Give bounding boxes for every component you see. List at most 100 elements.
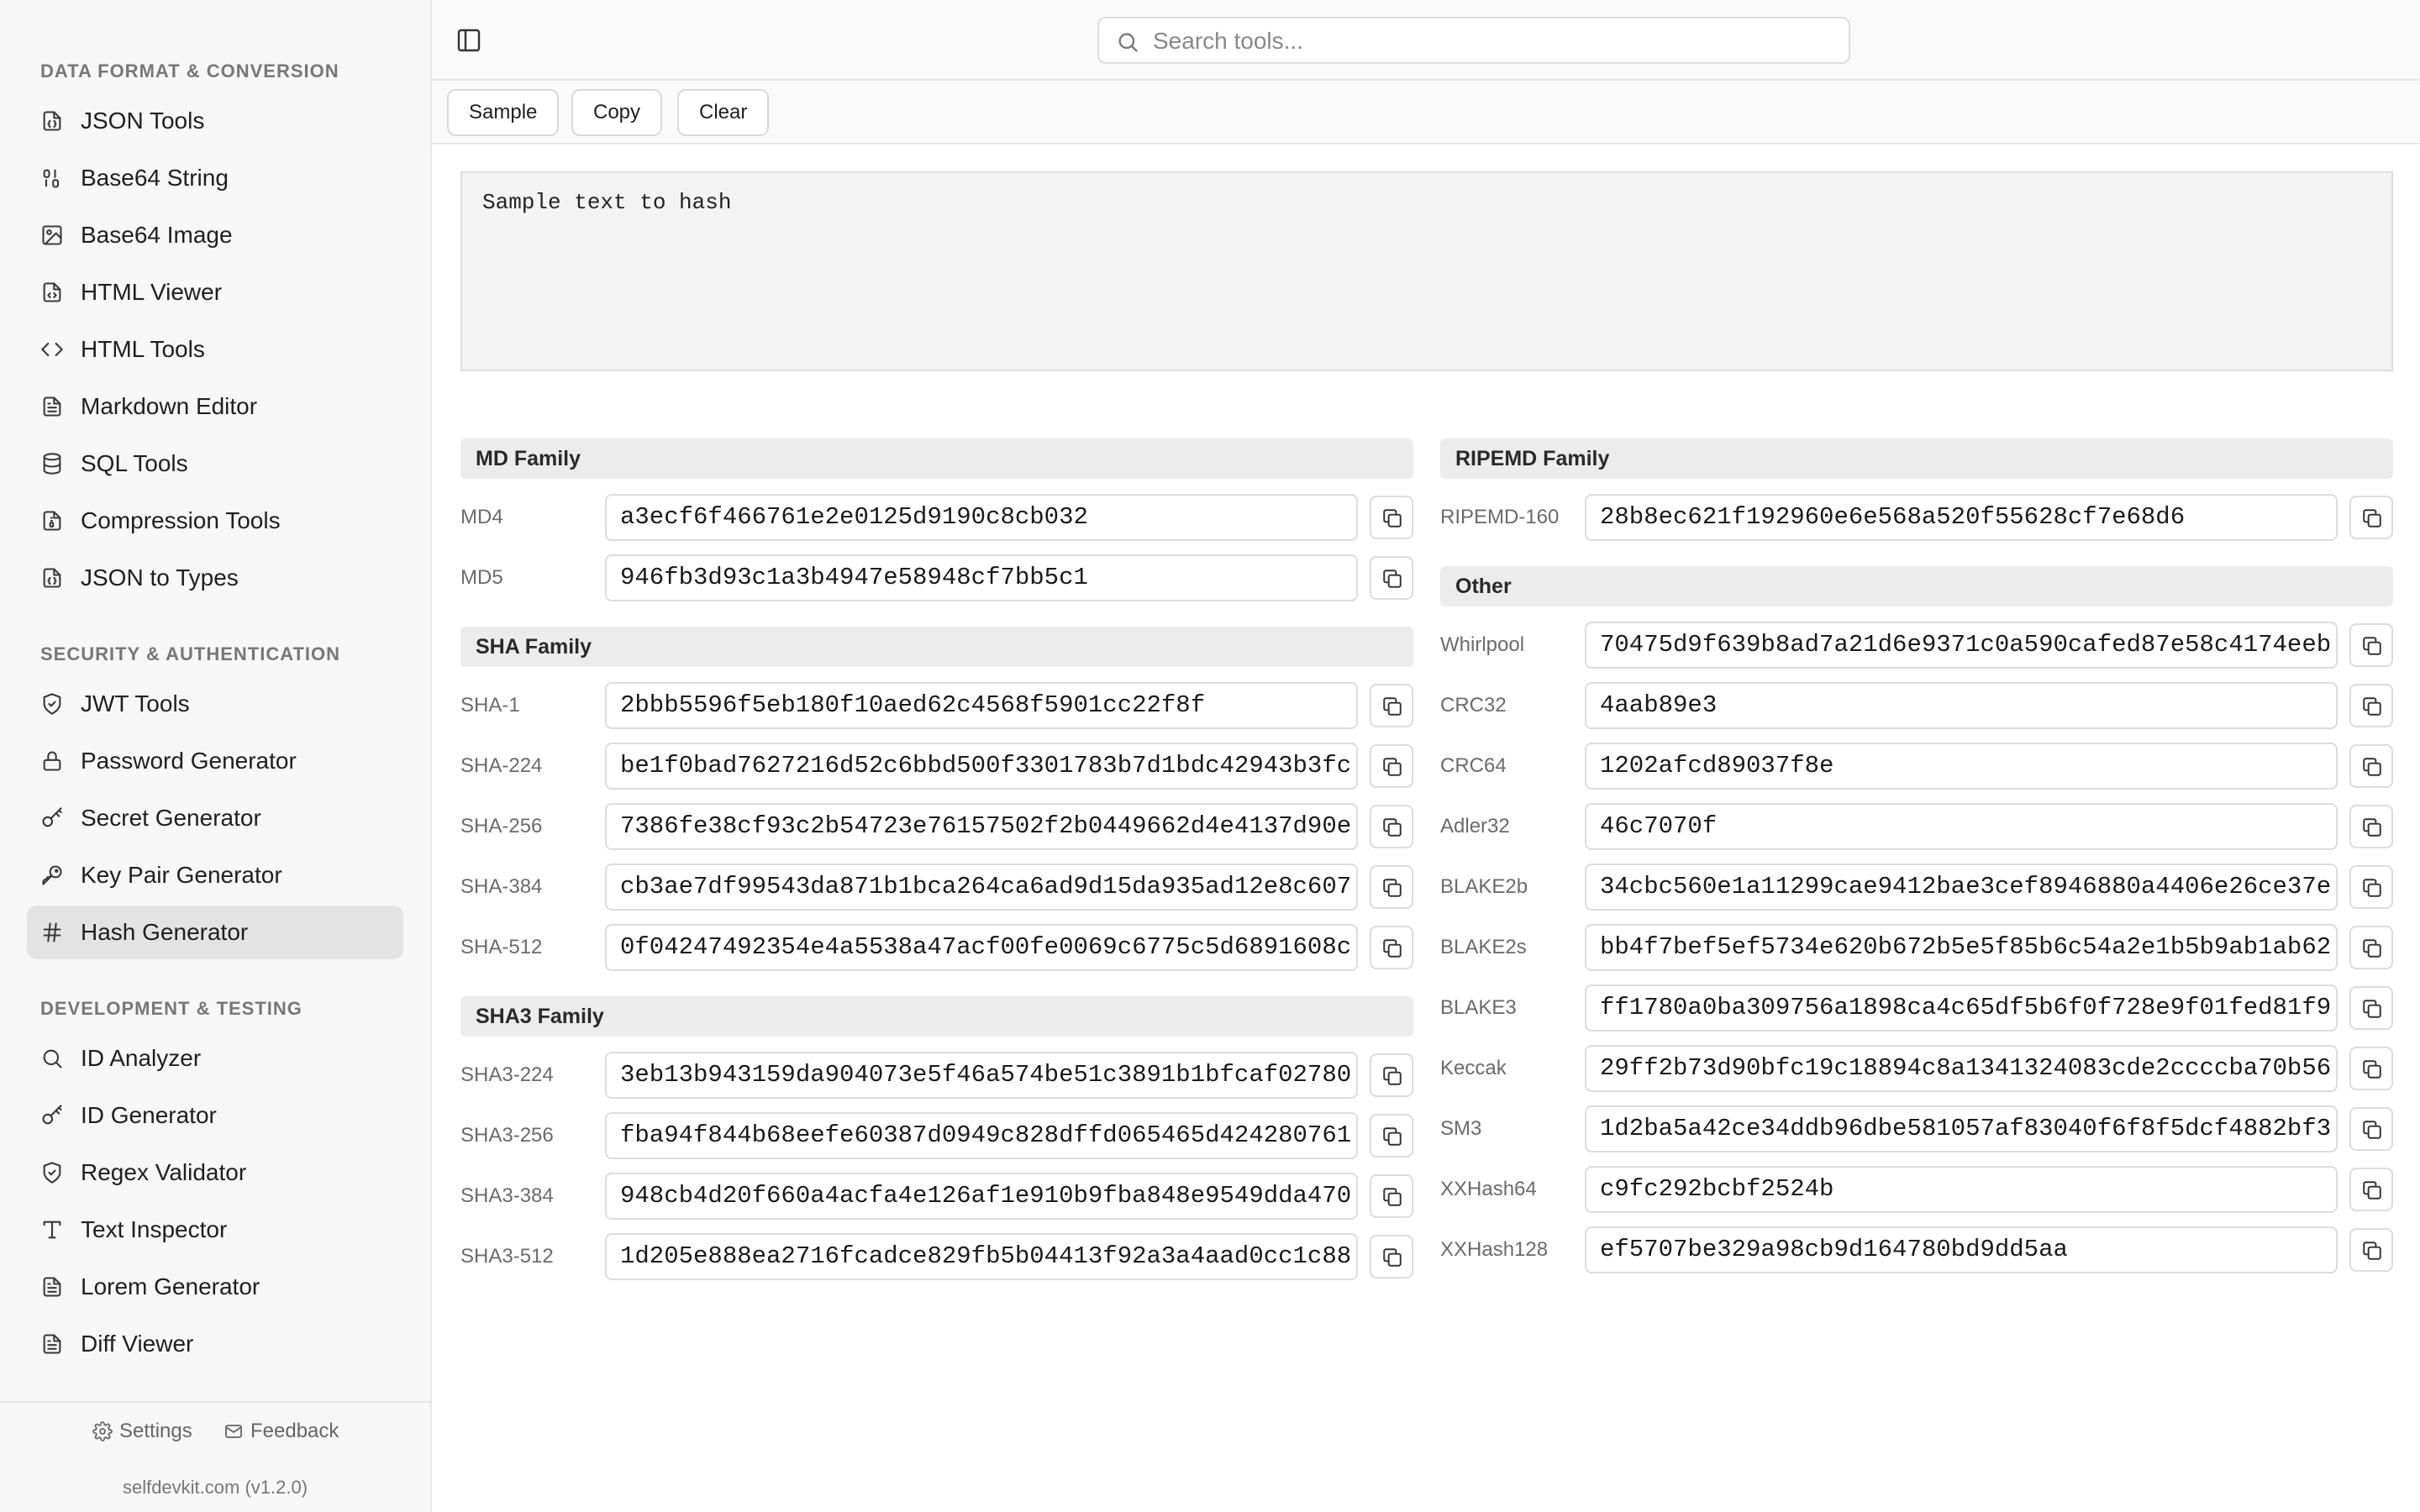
lock-icon [40, 749, 64, 773]
gear-icon [92, 1421, 113, 1441]
copy-hash-button[interactable] [1370, 805, 1413, 848]
copy-hash-button[interactable] [2349, 496, 2393, 539]
hash-output-field[interactable]: be1f0bad7627216d52c6bbd500f3301783b7d1bd… [605, 743, 1358, 790]
clear-button[interactable]: Clear [677, 89, 770, 136]
document-icon [40, 1332, 64, 1356]
copy-hash-button[interactable] [1370, 496, 1413, 539]
hash-output-field[interactable]: 28b8ec621f192960e6e568a520f55628cf7e68d6 [1585, 494, 2338, 541]
copy-hash-button[interactable] [1370, 684, 1413, 727]
hash-output-field[interactable]: 946fb3d93c1a3b4947e58948cf7bb5c1 [605, 554, 1358, 601]
sidebar-item-key-pair-generator[interactable]: Key Pair Generator [27, 848, 403, 902]
hash-label: Adler32 [1440, 815, 1510, 837]
hash-label: SHA-224 [460, 754, 543, 777]
hash-output-field[interactable]: fba94f844b68eefe60387d0949c828dffd065465… [605, 1112, 1358, 1159]
hash-label: MD4 [460, 506, 503, 528]
hash-output-field[interactable]: 2bbb5596f5eb180f10aed62c4568f5901cc22f8f [605, 682, 1358, 729]
key-icon [40, 806, 64, 830]
sidebar: DATA FORMAT & CONVERSION JSON Tools Base64… [0, 0, 432, 1512]
copy-hash-button[interactable] [2349, 865, 2393, 909]
sidebar-item-lorem-generator[interactable]: Lorem Generator [27, 1260, 403, 1314]
sidebar-item-compression-tools[interactable]: Compression Tools [27, 494, 403, 548]
copy-hash-button[interactable] [2349, 623, 2393, 667]
sidebar-item-base64-image[interactable]: Base64 Image [27, 208, 403, 262]
copy-button[interactable]: Copy [571, 89, 663, 136]
copy-hash-button[interactable] [2349, 1107, 2393, 1151]
json-file-icon [40, 566, 64, 590]
sidebar-item-sql-tools[interactable]: SQL Tools [27, 437, 403, 491]
hash-output-field[interactable]: 70475d9f639b8ad7a21d6e9371c0a590cafed87e… [1585, 622, 2338, 669]
sidebar-toggle-button[interactable] [455, 27, 482, 54]
hash-output-field[interactable]: 1d205e888ea2716fcadce829fb5b04413f92a3a4… [605, 1233, 1358, 1280]
sidebar-nav[interactable]: DATA FORMAT & CONVERSION JSON Tools Base64… [0, 0, 430, 1401]
sidebar-item-diff-viewer[interactable]: Diff Viewer [27, 1317, 403, 1371]
copy-hash-button[interactable] [2349, 1168, 2393, 1211]
hash-label: XXHash64 [1440, 1178, 1537, 1200]
copy-hash-button[interactable] [1370, 1174, 1413, 1218]
hash-output-field[interactable]: ef5707be329a98cb9d164780bd9dd5aa [1585, 1226, 2338, 1273]
sidebar-item-json-tools[interactable]: JSON Tools [27, 94, 403, 148]
hash-output-field[interactable]: 1d2ba5a42ce34ddb96dbe581057af83040f6f8f5… [1585, 1105, 2338, 1152]
copy-hash-button[interactable] [2349, 1228, 2393, 1272]
hash-output-field[interactable]: 3eb13b943159da904073e5f46a574be51c3891b1… [605, 1052, 1358, 1099]
sidebar-item-label: ID Analyzer [81, 1045, 202, 1071]
group-header-sha3: SHA3 Family [460, 996, 1413, 1037]
sidebar-item-hash-generator[interactable]: Hash Generator [27, 906, 403, 959]
hash-label: CRC32 [1440, 694, 1507, 717]
hash-output-field[interactable]: 1202afcd89037f8e [1585, 743, 2338, 790]
sidebar-item-password-generator[interactable]: Password Generator [27, 734, 403, 788]
hash-label: BLAKE3 [1440, 996, 1517, 1019]
hash-label: SM3 [1440, 1117, 1482, 1140]
sidebar-item-html-tools[interactable]: HTML Tools [27, 323, 403, 376]
copy-hash-button[interactable] [2349, 1047, 2393, 1090]
feedback-link[interactable]: Feedback [224, 1420, 339, 1443]
hash-output-field[interactable]: cb3ae7df99543da871b1bca264ca6ad9d15da935… [605, 864, 1358, 911]
sidebar-item-label: Regex Validator [81, 1159, 247, 1185]
sidebar-item-text-inspector[interactable]: Text Inspector [27, 1203, 403, 1257]
search-input[interactable] [1153, 25, 1825, 57]
code-brackets-icon [40, 338, 64, 361]
copy-hash-button[interactable] [1370, 1235, 1413, 1278]
copy-hash-button[interactable] [2349, 744, 2393, 788]
sidebar-item-jwt-tools[interactable]: JWT Tools [27, 677, 403, 731]
key-round-icon [40, 864, 64, 887]
sidebar-item-secret-generator[interactable]: Secret Generator [27, 791, 403, 845]
settings-link[interactable]: Settings [92, 1420, 192, 1443]
hash-output-field[interactable]: ff1780a0ba309756a1898ca4c65df5b6f0f728e9… [1585, 984, 2338, 1032]
copy-hash-button[interactable] [1370, 865, 1413, 909]
hash-output-field[interactable]: 29ff2b73d90bfc19c18894c8a1341324083cde2c… [1585, 1045, 2338, 1092]
sidebar-item-id-generator[interactable]: ID Generator [27, 1089, 403, 1142]
sidebar-item-json-to-types[interactable]: JSON to Types [27, 551, 403, 605]
hash-label: RIPEMD-160 [1440, 506, 1560, 528]
hash-label: XXHash128 [1440, 1238, 1549, 1261]
hash-output-field[interactable]: 0f04247492354e4a5538a47acf00fe0069c6775c… [605, 924, 1358, 971]
copy-hash-button[interactable] [2349, 805, 2393, 848]
sidebar-item-regex-validator[interactable]: Regex Validator [27, 1146, 403, 1200]
hash-label: SHA3-384 [460, 1184, 554, 1207]
search-box[interactable] [1097, 17, 1850, 64]
hash-output-field[interactable]: a3ecf6f466761e2e0125d9190c8cb032 [605, 494, 1358, 541]
hash-output-field[interactable]: bb4f7bef5ef5734e620b672b5e5f85b6c54a2e1b… [1585, 924, 2338, 971]
hash-input-textarea[interactable] [460, 171, 2393, 371]
sidebar-item-base64-string[interactable]: Base64 String [27, 151, 403, 205]
copy-hash-button[interactable] [1370, 556, 1413, 600]
group-header-sha: SHA Family [460, 627, 1413, 667]
copy-hash-button[interactable] [1370, 744, 1413, 788]
sample-button[interactable]: Sample [447, 89, 560, 136]
sidebar-item-markdown-editor[interactable]: Markdown Editor [27, 380, 403, 433]
copy-hash-button[interactable] [1370, 1053, 1413, 1097]
app-window: DATA FORMAT & CONVERSION JSON Tools Base64… [0, 0, 2420, 1512]
sidebar-item-id-analyzer[interactable]: ID Analyzer [27, 1032, 403, 1085]
copy-hash-button[interactable] [2349, 986, 2393, 1030]
copy-hash-button[interactable] [1370, 926, 1413, 969]
hash-output-field[interactable]: 46c7070f [1585, 803, 2338, 850]
hash-output-field[interactable]: 7386fe38cf93c2b54723e76157502f2b0449662d… [605, 803, 1358, 850]
hash-output-field[interactable]: 34cbc560e1a11299cae9412bae3cef8946880a44… [1585, 864, 2338, 911]
sidebar-item-html-viewer[interactable]: HTML Viewer [27, 265, 403, 319]
hash-output-field[interactable]: c9fc292bcbf2524b [1585, 1166, 2338, 1213]
group-header-other: Other [1440, 566, 2393, 606]
copy-hash-button[interactable] [2349, 684, 2393, 727]
copy-hash-button[interactable] [2349, 926, 2393, 969]
hash-output-field[interactable]: 4aab89e3 [1585, 682, 2338, 729]
copy-hash-button[interactable] [1370, 1114, 1413, 1158]
hash-output-field[interactable]: 948cb4d20f660a4acfa4e126af1e910b9fba848e… [605, 1173, 1358, 1220]
